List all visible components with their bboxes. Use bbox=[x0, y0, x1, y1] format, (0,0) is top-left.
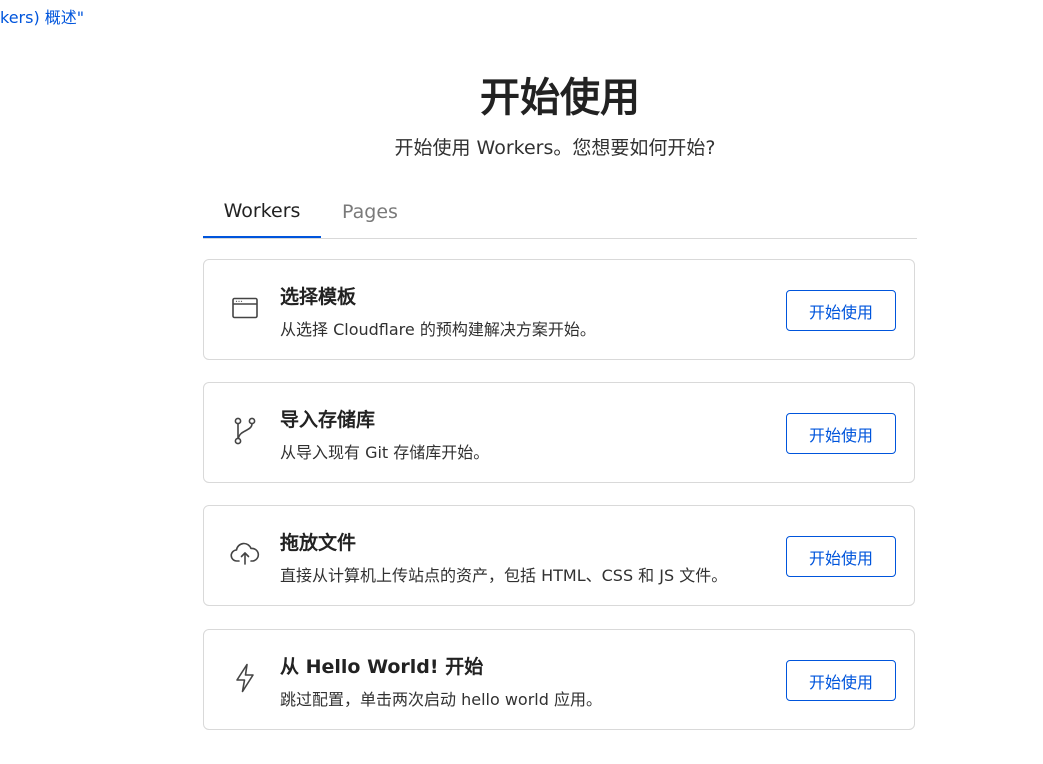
option-description: 从选择 Cloudflare 的预构建解决方案开始。 bbox=[280, 320, 596, 339]
option-title: 导入存储库 bbox=[280, 409, 376, 431]
get-started-button-hello-world[interactable]: 开始使用 bbox=[786, 660, 896, 701]
option-card-template: 选择模板 从选择 Cloudflare 的预构建解决方案开始。 开始使用 bbox=[203, 259, 915, 360]
cloud-upload-icon bbox=[230, 539, 260, 569]
get-started-button-import-repo[interactable]: 开始使用 bbox=[786, 413, 896, 454]
option-card-import-repo: 导入存储库 从导入现有 Git 存储库开始。 开始使用 bbox=[203, 382, 915, 483]
get-started-button-upload-files[interactable]: 开始使用 bbox=[786, 536, 896, 577]
page-title: 开始使用 bbox=[480, 75, 640, 121]
option-title: 选择模板 bbox=[280, 286, 357, 308]
tab-workers[interactable]: Workers bbox=[203, 186, 321, 238]
tab-pages[interactable]: Pages bbox=[321, 186, 419, 238]
option-card-upload-files: 拖放文件 直接从计算机上传站点的资产，包括 HTML、CSS 和 JS 文件。 … bbox=[203, 505, 915, 606]
browser-window-icon bbox=[230, 293, 260, 323]
option-description: 从导入现有 Git 存储库开始。 bbox=[280, 443, 490, 462]
tab-bar: Workers Pages bbox=[203, 186, 917, 239]
option-card-hello-world: 从 Hello World! 开始 跳过配置，单击两次启动 hello worl… bbox=[203, 629, 915, 730]
option-title: 拖放文件 bbox=[280, 532, 357, 554]
page-subtitle: 开始使用 Workers。您想要如何开始? bbox=[394, 137, 716, 159]
git-branch-icon bbox=[230, 416, 260, 446]
option-description: 跳过配置，单击两次启动 hello world 应用。 bbox=[280, 690, 602, 709]
lightning-bolt-icon bbox=[230, 663, 260, 693]
get-started-button-template[interactable]: 开始使用 bbox=[786, 290, 896, 331]
breadcrumb-link[interactable]: kers) 概述" bbox=[0, 4, 84, 28]
option-description: 直接从计算机上传站点的资产，包括 HTML、CSS 和 JS 文件。 bbox=[280, 566, 728, 585]
option-title: 从 Hello World! 开始 bbox=[280, 656, 484, 678]
